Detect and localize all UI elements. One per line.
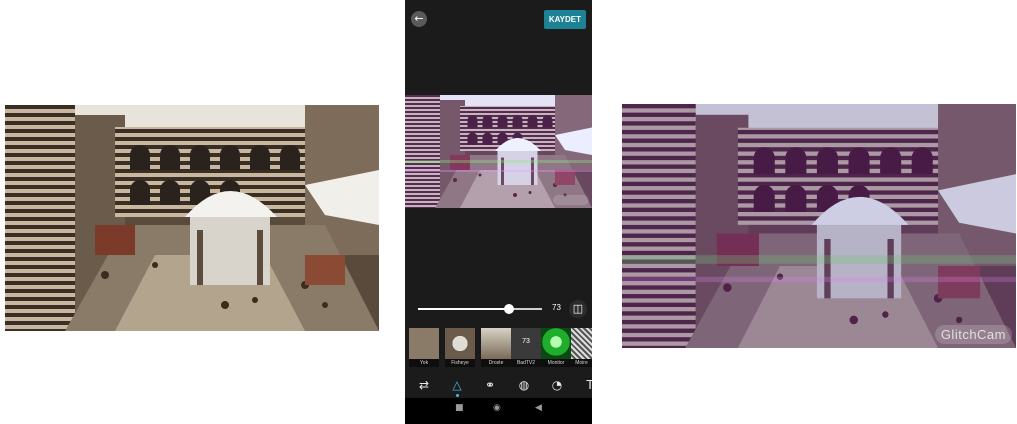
glitched-photo: GlitchCam bbox=[622, 104, 1016, 348]
original-photo bbox=[5, 105, 379, 331]
compare-icon[interactable]: ◫ bbox=[569, 300, 587, 318]
filter-moire[interactable]: Moire bbox=[571, 328, 592, 367]
filter-value: 73 bbox=[522, 338, 530, 345]
slider-value: 73 bbox=[552, 303, 561, 312]
ball-icon[interactable]: ◍ bbox=[515, 376, 533, 394]
filter-thumbnail bbox=[409, 328, 439, 359]
text-icon[interactable]: T bbox=[581, 376, 592, 394]
filter-strip: Yok Fisheye Droste 73 BadTV2 Monitor Moi… bbox=[409, 328, 592, 368]
home-icon[interactable]: ◉ bbox=[493, 403, 501, 413]
filter-thumbnail bbox=[541, 328, 571, 359]
save-button[interactable]: KAYDET bbox=[543, 10, 586, 29]
watermark: GlitchCam bbox=[934, 325, 1012, 344]
image-preview bbox=[405, 95, 592, 208]
filter-label: Yok bbox=[409, 359, 439, 367]
slider-fill bbox=[418, 308, 509, 310]
filter-droste[interactable]: Droste bbox=[481, 328, 511, 367]
filter-badtv2[interactable]: 73 BadTV2 bbox=[511, 328, 541, 367]
phone-screen: ← KAYDET 73 ◫ Yok Fisheye Droste 73 BadT… bbox=[405, 0, 592, 424]
watermark-badge bbox=[553, 195, 589, 205]
android-nav-bar: ■ ◉ ◀ bbox=[405, 398, 592, 424]
filter-label: Fisheye bbox=[445, 359, 475, 367]
intensity-slider[interactable] bbox=[418, 304, 542, 314]
slider-thumb[interactable] bbox=[504, 304, 514, 314]
back-nav-icon[interactable]: ◀ bbox=[535, 403, 542, 413]
arrow-left-icon[interactable]: ← bbox=[411, 11, 427, 27]
filter-label: Monitor bbox=[541, 359, 571, 367]
filter-fisheye[interactable]: Fisheye bbox=[445, 328, 475, 367]
filter-monitor[interactable]: Monitor bbox=[541, 328, 571, 367]
adjust-icon[interactable]: ⇄ bbox=[415, 376, 433, 394]
top-bar: ← KAYDET bbox=[405, 0, 592, 40]
filter-thumbnail bbox=[445, 328, 475, 359]
filter-label: BadTV2 bbox=[511, 359, 541, 367]
filter-thumbnail bbox=[481, 328, 511, 359]
active-indicator bbox=[456, 394, 459, 397]
filter-yok[interactable]: Yok bbox=[409, 328, 439, 367]
circles-icon[interactable]: ⚭ bbox=[481, 376, 499, 394]
intensity-slider-row: 73 ◫ bbox=[405, 298, 592, 320]
recents-icon[interactable]: ■ bbox=[455, 403, 464, 413]
filter-thumbnail bbox=[571, 328, 592, 359]
triangle-icon[interactable]: △ bbox=[448, 376, 466, 394]
filter-label: Droste bbox=[481, 359, 511, 367]
pacman-icon[interactable]: ◔ bbox=[548, 376, 566, 394]
filter-label: Moire bbox=[571, 359, 592, 367]
tool-bar: ⇄ △ ⚭ ◍ ◔ T bbox=[405, 374, 592, 398]
